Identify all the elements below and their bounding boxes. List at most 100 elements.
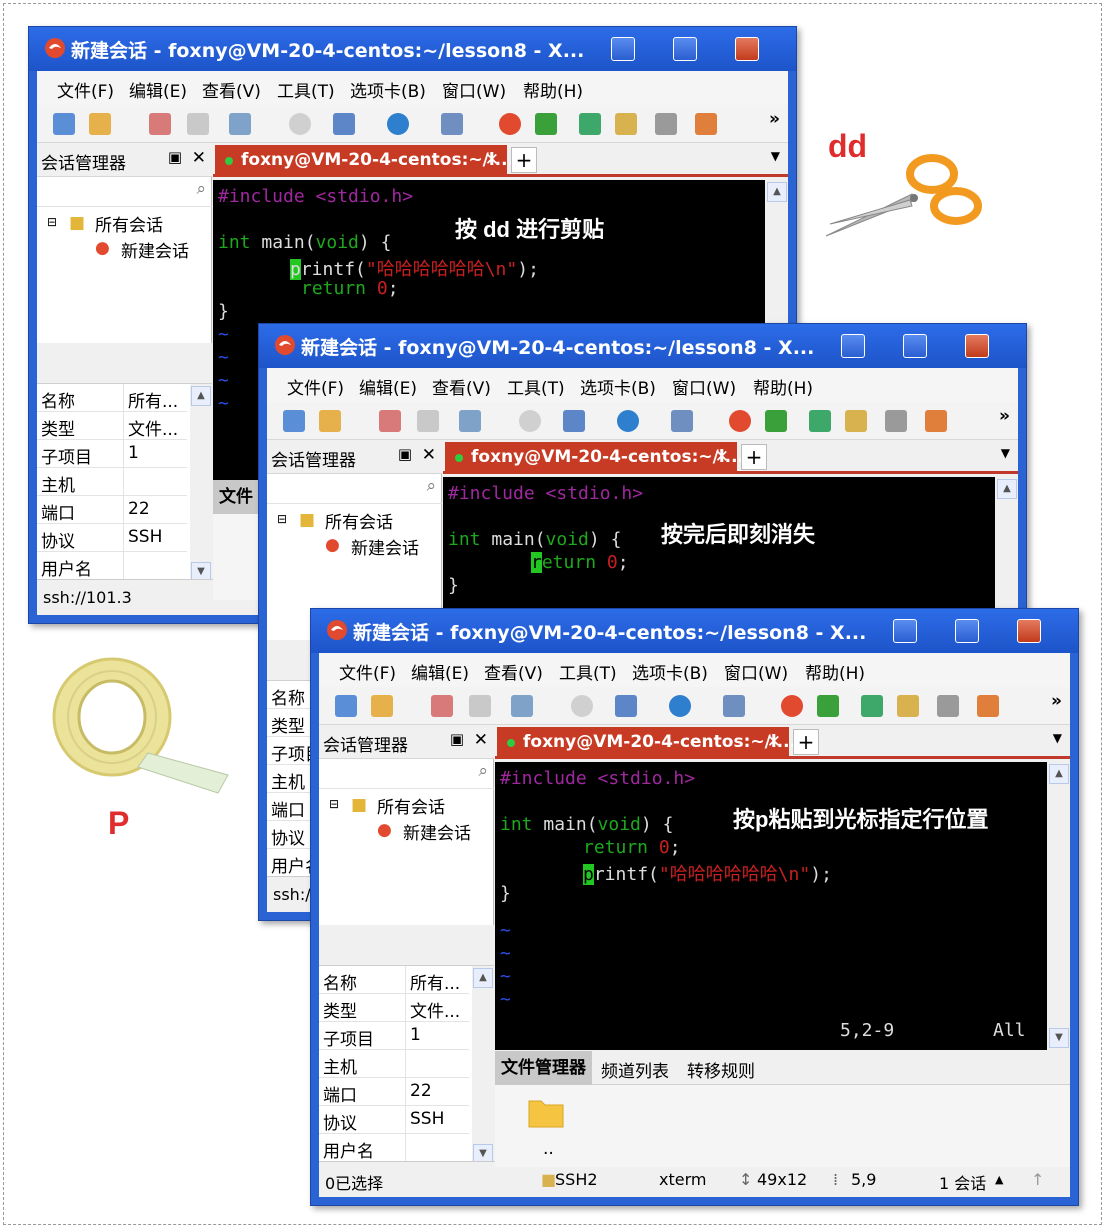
menu-window[interactable]: 窗口(W) [724, 659, 788, 684]
new-tab-button[interactable]: + [793, 729, 819, 755]
scroll-up-icon[interactable]: ↑ [1031, 1170, 1044, 1189]
search-icon[interactable]: ⌕ [478, 761, 488, 781]
new-tab-button[interactable]: + [741, 444, 767, 470]
close-button[interactable] [1017, 619, 1041, 643]
tree-session[interactable]: 新建会话 [121, 237, 189, 262]
xshell-icon[interactable] [729, 410, 751, 432]
pin-icon[interactable]: ▣ [450, 730, 464, 748]
disconnect-icon[interactable] [469, 695, 491, 717]
font-icon[interactable] [441, 113, 463, 135]
globe-icon[interactable] [617, 410, 639, 432]
connect-icon[interactable] [431, 695, 453, 717]
globe-icon[interactable] [387, 113, 409, 135]
tab-close[interactable]: ✕ [485, 145, 499, 175]
xshell-icon[interactable] [499, 113, 521, 135]
session-search-input[interactable]: ⌕ [319, 759, 494, 789]
maximize-button[interactable] [903, 334, 927, 358]
menu-help[interactable]: 帮助(H) [523, 77, 583, 102]
pin-icon[interactable]: ▣ [168, 148, 182, 166]
tree-session[interactable]: 新建会话 [351, 534, 419, 559]
fullscreen-icon[interactable] [579, 113, 601, 135]
tree-root[interactable]: 所有会话 [95, 211, 163, 236]
tab-transfer-rules[interactable]: 转移规则 [687, 1057, 755, 1082]
panel-close[interactable]: ✕ [192, 148, 206, 168]
highlight-icon[interactable] [977, 695, 999, 717]
minimize-button[interactable] [841, 334, 865, 358]
menu-tabs[interactable]: 选项卡(B) [580, 374, 656, 399]
lock-icon[interactable] [897, 695, 919, 717]
close-button[interactable] [965, 334, 989, 358]
tab-close[interactable]: ✕ [715, 442, 729, 472]
connect-icon[interactable] [379, 410, 401, 432]
tab-list-dropdown[interactable]: ▼ [1053, 731, 1062, 745]
toolbar-more[interactable]: » [1051, 691, 1062, 711]
keyboard-icon[interactable] [885, 410, 907, 432]
minimize-button[interactable] [611, 37, 635, 61]
menu-file[interactable]: 文件(F) [57, 77, 114, 102]
tab-list-dropdown[interactable]: ▼ [1001, 446, 1010, 460]
tab-channel-list[interactable]: 频道列表 [601, 1057, 669, 1082]
keyboard-icon[interactable] [655, 113, 677, 135]
toolbar-more[interactable]: » [999, 406, 1010, 426]
properties-scrollbar[interactable]: ▲ ▼ [190, 384, 212, 584]
menu-view[interactable]: 查看(V) [484, 659, 543, 684]
font-icon[interactable] [671, 410, 693, 432]
properties-icon[interactable] [459, 410, 481, 432]
maximize-button[interactable] [673, 37, 697, 61]
menu-view[interactable]: 查看(V) [432, 374, 491, 399]
tab-list-dropdown[interactable]: ▼ [771, 149, 780, 163]
font-icon[interactable] [723, 695, 745, 717]
session-tab[interactable]: foxny@VM-20-4-centos:~/l... ✕ [445, 442, 744, 474]
menu-tools[interactable]: 工具(T) [277, 77, 335, 102]
parent-dir-entry[interactable]: .. [543, 1139, 554, 1159]
menu-tools[interactable]: 工具(T) [559, 659, 617, 684]
xftp-icon[interactable] [765, 410, 787, 432]
search-icon[interactable] [519, 410, 541, 432]
new-session-icon[interactable] [283, 410, 305, 432]
highlight-icon[interactable] [695, 113, 717, 135]
menu-help[interactable]: 帮助(H) [805, 659, 865, 684]
session-tab[interactable]: foxny@VM-20-4-centos:~/l... ✕ [497, 727, 796, 759]
lock-icon[interactable] [845, 410, 867, 432]
keyboard-icon[interactable] [937, 695, 959, 717]
folder-icon[interactable] [527, 1095, 565, 1129]
xftp-icon[interactable] [535, 113, 557, 135]
maximize-button[interactable] [955, 619, 979, 643]
xshell-icon[interactable] [781, 695, 803, 717]
tab-close[interactable]: ✕ [767, 727, 781, 757]
tree-root[interactable]: 所有会话 [377, 793, 445, 818]
status-sessions[interactable]: 1 会话 [939, 1170, 986, 1194]
menu-window[interactable]: 窗口(W) [442, 77, 506, 102]
menu-file[interactable]: 文件(F) [287, 374, 344, 399]
tab-file-manager[interactable]: 文件管理器 [495, 1051, 592, 1085]
menu-edit[interactable]: 编辑(E) [411, 659, 469, 684]
session-tab[interactable]: foxny@VM-20-4-centos:~/l... ✕ [215, 145, 514, 177]
properties-icon[interactable] [229, 113, 251, 135]
terminal-scrollbar[interactable]: ▲ ▼ [1048, 762, 1070, 1050]
highlight-icon[interactable] [925, 410, 947, 432]
close-button[interactable] [735, 37, 759, 61]
panel-close[interactable]: ✕ [474, 730, 488, 750]
fullscreen-icon[interactable] [809, 410, 831, 432]
globe-icon[interactable] [669, 695, 691, 717]
transfer-icon[interactable] [563, 410, 585, 432]
tree-toggle[interactable]: ⊟ [329, 797, 339, 811]
minimize-button[interactable] [893, 619, 917, 643]
open-folder-icon[interactable] [319, 410, 341, 432]
menu-tabs[interactable]: 选项卡(B) [350, 77, 426, 102]
menu-edit[interactable]: 编辑(E) [359, 374, 417, 399]
connect-icon[interactable] [149, 113, 171, 135]
search-icon[interactable]: ⌕ [426, 476, 436, 496]
menu-tabs[interactable]: 选项卡(B) [632, 659, 708, 684]
session-search-input[interactable]: ⌕ [37, 177, 212, 207]
new-session-icon[interactable] [335, 695, 357, 717]
lock-icon[interactable] [615, 113, 637, 135]
sessions-up-icon[interactable]: ▲ [995, 1173, 1003, 1186]
disconnect-icon[interactable] [417, 410, 439, 432]
pin-icon[interactable]: ▣ [398, 445, 412, 463]
toolbar-more[interactable]: » [769, 109, 780, 129]
menu-file[interactable]: 文件(F) [339, 659, 396, 684]
panel-close[interactable]: ✕ [422, 445, 436, 465]
menu-edit[interactable]: 编辑(E) [129, 77, 187, 102]
menu-tools[interactable]: 工具(T) [507, 374, 565, 399]
